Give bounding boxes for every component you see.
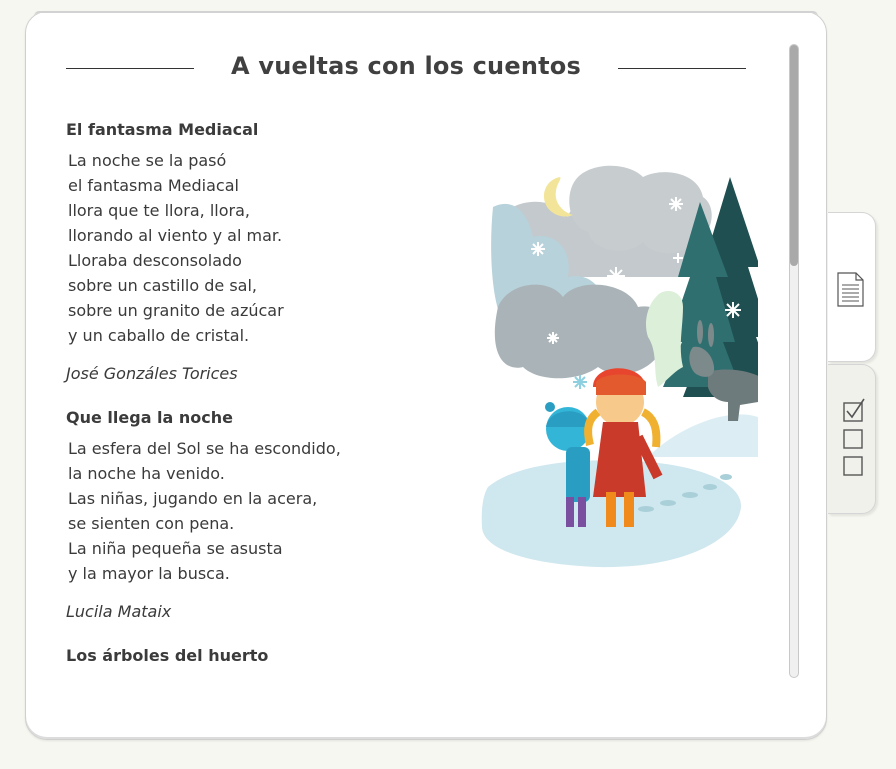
tab-activities[interactable] [828,364,876,514]
vertical-scrollbar[interactable] [789,44,799,678]
poem-line: llora que te llora, llora, [68,201,250,220]
poem-stanza: La esfera del Sol se ha escondido, la no… [68,436,341,586]
poem-line: y la mayor la busca. [68,564,230,583]
poem-line: el fantasma Mediacal [68,176,239,195]
tab-document[interactable] [828,212,876,362]
poem-author: José Gonzáles Torices [66,364,238,383]
poem-title: Que llega la noche [66,408,234,427]
poem-line: llorando al viento y al mar. [68,226,283,245]
page-title: A vueltas con los cuentos [231,52,581,80]
poem-line: La noche se la pasó [68,151,227,170]
poem-line: y un caballo de cristal. [68,326,250,345]
content-panel: A vueltas con los cuentos El fantasma Me… [25,11,827,740]
poem-line: la noche ha venido. [68,464,225,483]
document-icon [837,272,864,307]
poem-line: Las niñas, jugando en la acera, [68,489,318,508]
poem-line: Lloraba desconsolado [68,251,242,270]
poem-line: sobre un granito de azúcar [68,301,284,320]
poem-line: La esfera del Sol se ha escondido, [68,439,341,458]
poem-author: Lucila Mataix [66,602,172,621]
poem-title: El fantasma Mediacal [66,120,259,139]
winter-illustration [481,165,758,568]
poem-line: La niña pequeña se asusta [68,539,283,558]
poem-line: sobre un castillo de sal, [68,276,257,295]
poem-line: se sienten con pena. [68,514,235,533]
page-header: A vueltas con los cuentos [66,52,746,86]
scrollbar-thumb[interactable] [790,45,798,266]
title-divider-right [618,68,746,69]
checklist-icon [843,398,865,476]
poem-stanza: La noche se la pasó el fantasma Mediacal… [68,148,284,348]
poem-title: Los árboles del huerto [66,646,269,665]
